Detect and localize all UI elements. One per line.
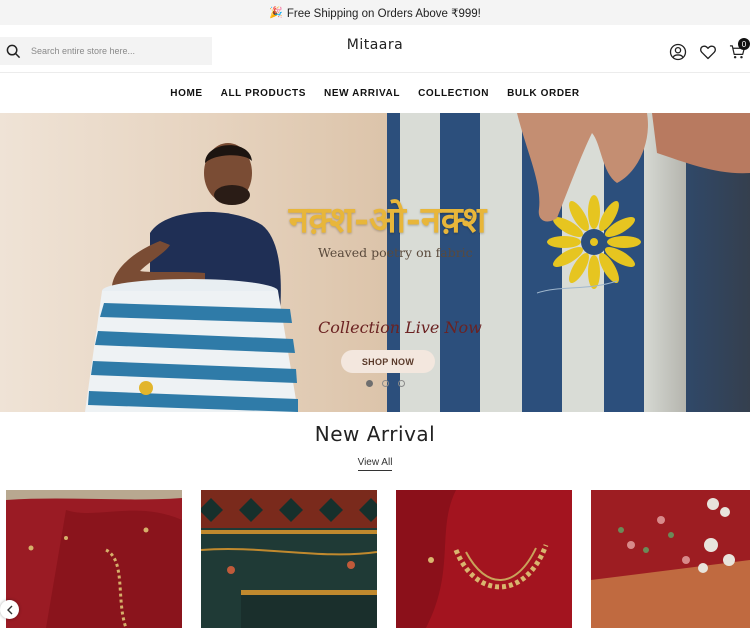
product-image [396,490,572,628]
product-card-3[interactable] [396,490,572,628]
party-popper-icon: 🎉 [269,7,283,19]
search-bar[interactable] [0,37,212,65]
search-icon[interactable] [6,44,21,59]
nav-collection[interactable]: COLLECTION [418,88,489,99]
hero-tagline: Collection Live Now [318,318,482,337]
product-card-4[interactable] [591,490,750,628]
embroidery-image [517,113,750,294]
announcement-bar: 🎉 Free Shipping on Orders Above ₹999! [0,0,750,25]
product-card-1[interactable] [6,490,182,628]
account-icon[interactable] [669,43,687,61]
carousel-dot-3[interactable] [398,380,405,387]
carousel-dot-1[interactable] [366,380,373,387]
nav-home[interactable]: HOME [170,88,202,99]
announcement-text: Free Shipping on Orders Above ₹999! [286,7,481,20]
artisan-image [85,143,298,412]
product-card-2[interactable] [201,490,377,628]
carousel-prev-button[interactable] [0,600,19,619]
search-input[interactable] [29,45,203,57]
site-header: Mitaara 0 [0,25,750,73]
product-image [201,490,377,628]
cart-count-badge: 0 [738,38,750,50]
nav-all-products[interactable]: ALL PRODUCTS [221,88,306,99]
shop-now-button[interactable]: SHOP NOW [341,350,435,373]
view-all-link[interactable]: View All [357,457,393,471]
product-image [591,490,750,628]
section-title: New Arrival [314,422,436,446]
hero-banner[interactable]: नक़्श-ओ-नक़्श Weaved poetry on fabric Co… [0,113,750,412]
nav-bulk-order[interactable]: BULK ORDER [507,88,580,99]
wishlist-heart-icon[interactable] [699,43,717,61]
nav-new-arrival[interactable]: NEW ARRIVAL [324,88,400,99]
site-logo[interactable]: Mitaara [347,37,403,53]
chevron-left-icon [6,605,12,614]
carousel-dot-2[interactable] [382,380,389,387]
main-nav: HOME ALL PRODUCTS NEW ARRIVAL COLLECTION… [0,73,750,113]
product-image [6,490,182,628]
hero-title: नक़्श-ओ-नक़्श [288,199,487,241]
hero-subtitle: Weaved poetry on fabric [318,245,473,260]
